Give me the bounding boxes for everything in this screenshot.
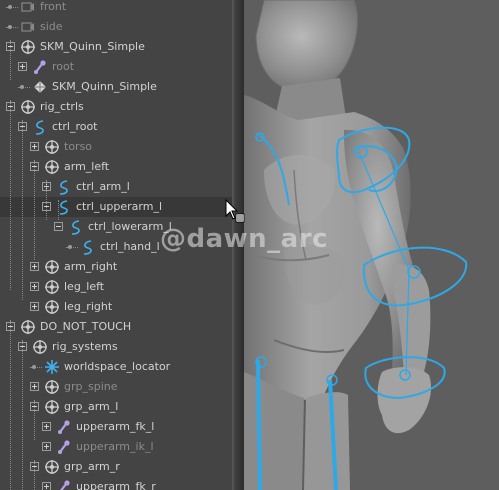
outliner-row[interactable]: upperarm_ik_l <box>0 437 232 457</box>
transform-group-icon <box>44 279 60 295</box>
tree-node-dot <box>8 25 12 29</box>
outliner-row[interactable]: worldspace_locator <box>0 357 232 377</box>
transform-group-icon <box>44 259 60 275</box>
joint-icon <box>56 419 72 435</box>
outliner-row-label: root <box>52 60 75 73</box>
nurbs-curve-icon <box>56 179 72 195</box>
outliner-row-label: grp_arm_l <box>64 400 119 413</box>
outliner-row-label: SKM_Quinn_Simple <box>40 40 145 53</box>
camera-icon <box>20 0 36 15</box>
transform-group-icon <box>20 99 36 115</box>
outliner-row-label: upperarm_fk_r <box>76 480 156 490</box>
outliner-row[interactable]: SKM_Quinn_Simple <box>0 37 232 57</box>
expand-toggle-icon[interactable] <box>42 442 51 451</box>
watermark: @dawn_arc <box>160 224 328 254</box>
transform-group-icon <box>20 319 36 335</box>
expand-toggle-icon[interactable] <box>30 382 39 391</box>
outliner-row[interactable]: leg_right <box>0 297 232 317</box>
transform-group-icon <box>44 299 60 315</box>
joint-icon <box>32 59 48 75</box>
transform-group-icon <box>44 399 60 415</box>
outliner-row-label: upperarm_ik_l <box>76 440 154 453</box>
outliner-row[interactable]: root <box>0 57 232 77</box>
expand-toggle-icon[interactable] <box>42 482 51 490</box>
tree-connector-line <box>10 320 11 490</box>
expand-toggle-icon[interactable] <box>18 62 27 71</box>
outliner-row-label: leg_right <box>64 300 113 313</box>
mesh-icon <box>32 79 48 95</box>
outliner-row-label: ctrl_arm_l <box>76 180 130 193</box>
outliner-row-label: arm_left <box>64 160 110 173</box>
tree-node-dot <box>20 85 24 89</box>
joint-icon <box>56 439 72 455</box>
outliner-row-label: rig_ctrls <box>40 100 84 113</box>
transform-group-icon <box>44 159 60 175</box>
outliner-row-label: arm_right <box>64 260 118 273</box>
tree-connector-line <box>34 160 35 260</box>
tree-connector-line <box>58 200 59 220</box>
outliner-row[interactable]: SKM_Quinn_Simple <box>0 77 232 97</box>
outliner-row[interactable]: side <box>0 17 232 37</box>
tree-connector-line <box>46 180 47 220</box>
outliner-row[interactable]: leg_left <box>0 277 232 297</box>
outliner-row-label: ctrl_hand_l <box>100 240 160 253</box>
nurbs-curve-icon <box>32 119 48 135</box>
outliner-row-label: front <box>40 0 67 13</box>
outliner-row[interactable]: grp_spine <box>0 377 232 397</box>
collapse-toggle-icon[interactable] <box>54 222 63 231</box>
nurbs-curve-icon <box>68 219 84 235</box>
tree-node-dot <box>8 5 12 9</box>
locator-icon <box>44 359 60 375</box>
outliner-row[interactable]: ctrl_root <box>0 117 232 137</box>
expand-toggle-icon[interactable] <box>30 282 39 291</box>
outliner-row-label: upperarm_fk_l <box>76 420 155 433</box>
outliner-row[interactable]: rig_ctrls <box>0 97 232 117</box>
outliner-row[interactable]: front <box>0 0 232 17</box>
outliner-row-label: grp_spine <box>64 380 118 393</box>
mouse-cursor-icon <box>225 199 245 223</box>
camera-icon <box>20 19 36 35</box>
expand-toggle-icon[interactable] <box>30 142 39 151</box>
outliner-row-label: DO_NOT_TOUCH <box>40 320 132 333</box>
transform-group-icon <box>44 139 60 155</box>
transform-group-icon <box>20 39 36 55</box>
expand-toggle-icon[interactable] <box>30 262 39 271</box>
tree-connector-line <box>22 340 23 490</box>
outliner-row[interactable]: arm_right <box>0 257 232 277</box>
outliner-row-label: torso <box>64 140 93 153</box>
outliner-row[interactable]: DO_NOT_TOUCH <box>0 317 232 337</box>
outliner-row-label: ctrl_upperarm_l <box>76 200 163 213</box>
transform-group-icon <box>44 379 60 395</box>
outliner-row-label: leg_left <box>64 280 105 293</box>
transform-group-icon <box>44 459 60 475</box>
outliner-row-label: side <box>40 20 63 33</box>
tree-node-dot <box>68 245 72 249</box>
outliner-row-label: grp_arm_r <box>64 460 120 473</box>
outliner-row-label: worldspace_locator <box>64 360 171 373</box>
outliner-row[interactable]: torso <box>0 137 232 157</box>
tree-connector-line <box>34 460 35 490</box>
outliner-row-label: SKM_Quinn_Simple <box>52 80 157 93</box>
tree-connector-line <box>22 120 23 300</box>
transform-group-icon <box>32 339 48 355</box>
tree-node-dot <box>32 365 36 369</box>
outliner-row-label: ctrl_root <box>52 120 98 133</box>
outliner-row-label: rig_systems <box>52 340 118 353</box>
expand-toggle-icon[interactable] <box>30 302 39 311</box>
tree-connector-line <box>10 40 11 80</box>
nurbs-curve-icon <box>80 239 96 255</box>
tree-connector-line <box>10 100 11 290</box>
expand-toggle-icon[interactable] <box>42 422 51 431</box>
outliner-row[interactable]: rig_systems <box>0 337 232 357</box>
tree-connector-line <box>34 400 35 440</box>
joint-icon <box>56 479 72 490</box>
